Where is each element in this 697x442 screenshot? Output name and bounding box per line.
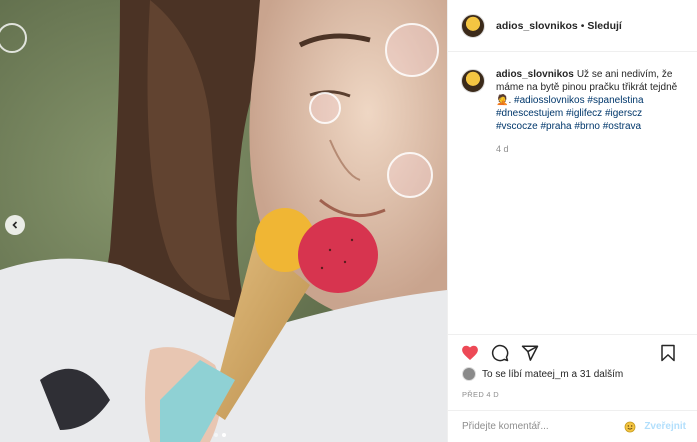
following-button[interactable]: Sledují bbox=[587, 20, 621, 32]
carousel-dots bbox=[214, 433, 226, 437]
like-button[interactable] bbox=[460, 343, 480, 363]
post-photo bbox=[0, 0, 447, 442]
emoji-icon[interactable] bbox=[624, 421, 636, 433]
bookmark-icon bbox=[661, 344, 675, 362]
caption-avatar[interactable] bbox=[461, 69, 485, 93]
caption-time: 4 d bbox=[496, 144, 509, 154]
carousel-prev-button[interactable] bbox=[5, 215, 25, 235]
comment-icon bbox=[491, 344, 509, 361]
caption-username[interactable]: adios_slovnikos bbox=[496, 69, 574, 80]
header-separator: • bbox=[580, 19, 585, 32]
caption: adios_slovnikos Už se ani nedivím, že mám… bbox=[461, 68, 689, 156]
header-username[interactable]: adios_slovnikos bbox=[496, 20, 578, 32]
post-media[interactable] bbox=[0, 0, 447, 442]
chevron-left-icon bbox=[12, 221, 18, 229]
carousel-dot[interactable] bbox=[214, 433, 218, 437]
save-button[interactable] bbox=[658, 343, 678, 363]
heart-filled-icon bbox=[462, 345, 478, 360]
liker-avatar[interactable] bbox=[462, 367, 476, 381]
post-comment-button[interactable]: Zveřejnit bbox=[644, 421, 686, 432]
share-icon bbox=[521, 345, 539, 361]
post-date[interactable]: PŘED 4 D bbox=[462, 390, 499, 399]
post-side-panel: adios_slovnikos • Sledují adios_slovniko… bbox=[447, 0, 697, 442]
carousel-dot-active[interactable] bbox=[222, 433, 226, 437]
avatar[interactable] bbox=[461, 13, 485, 38]
caption-hashtags[interactable]: #adiosslovnikos #spanelstina #dnescestuj… bbox=[496, 95, 644, 132]
likes-summary[interactable]: To se líbí mateej_m a 31 dalším bbox=[462, 367, 623, 381]
post-actions bbox=[448, 334, 697, 370]
share-button[interactable] bbox=[520, 343, 540, 363]
comment-input[interactable] bbox=[462, 421, 623, 432]
comment-button[interactable] bbox=[490, 343, 510, 363]
comment-bar: Zveřejnit bbox=[448, 410, 697, 442]
post-header: adios_slovnikos • Sledují bbox=[448, 0, 697, 52]
likes-text[interactable]: To se líbí mateej_m a 31 dalším bbox=[482, 369, 623, 380]
